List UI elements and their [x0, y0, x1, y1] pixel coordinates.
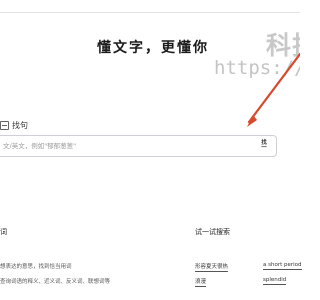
search-box: 找 一 [0, 135, 277, 157]
watermark-title: 科技 [266, 31, 300, 60]
watermark-url: https://ww [214, 57, 300, 79]
link-underline [263, 284, 287, 285]
sentence-icon [0, 120, 9, 130]
feature-item: 查询词语的释义、近义词、反义词、联想词等 [0, 279, 111, 285]
tab-find-sentence-label: 找句 [12, 120, 28, 130]
link-underline [195, 286, 207, 287]
example-link-label: 浪漫 [195, 279, 207, 285]
search-input[interactable] [0, 136, 240, 156]
tab-find-sentence[interactable]: 找句 [0, 120, 28, 131]
search-button[interactable]: 找 一 [259, 140, 269, 152]
page-slogan: 懂文字，更懂你 [97, 40, 209, 56]
example-link-label: a short period [263, 262, 302, 268]
example-link-label: splendid [263, 277, 287, 283]
top-divider [0, 12, 300, 13]
example-link[interactable]: splendid [263, 277, 287, 285]
link-underline [195, 271, 229, 272]
feature-item: 想表达的意思，找到恰当用词 [0, 264, 72, 270]
search-tabs: 找句 [0, 117, 28, 133]
try-search-heading: 试一试搜索 [195, 228, 230, 236]
features-heading: 词 [0, 228, 7, 236]
search-button-char-bottom: 一 [261, 145, 267, 151]
example-link[interactable]: 浪漫 [195, 277, 207, 287]
watermark: 科技 https://ww [214, 24, 300, 84]
link-underline [263, 269, 302, 270]
example-link[interactable]: 形容夏天很热 [195, 262, 229, 272]
example-link[interactable]: a short period [263, 262, 302, 270]
example-link-label: 形容夏天很热 [195, 264, 229, 270]
